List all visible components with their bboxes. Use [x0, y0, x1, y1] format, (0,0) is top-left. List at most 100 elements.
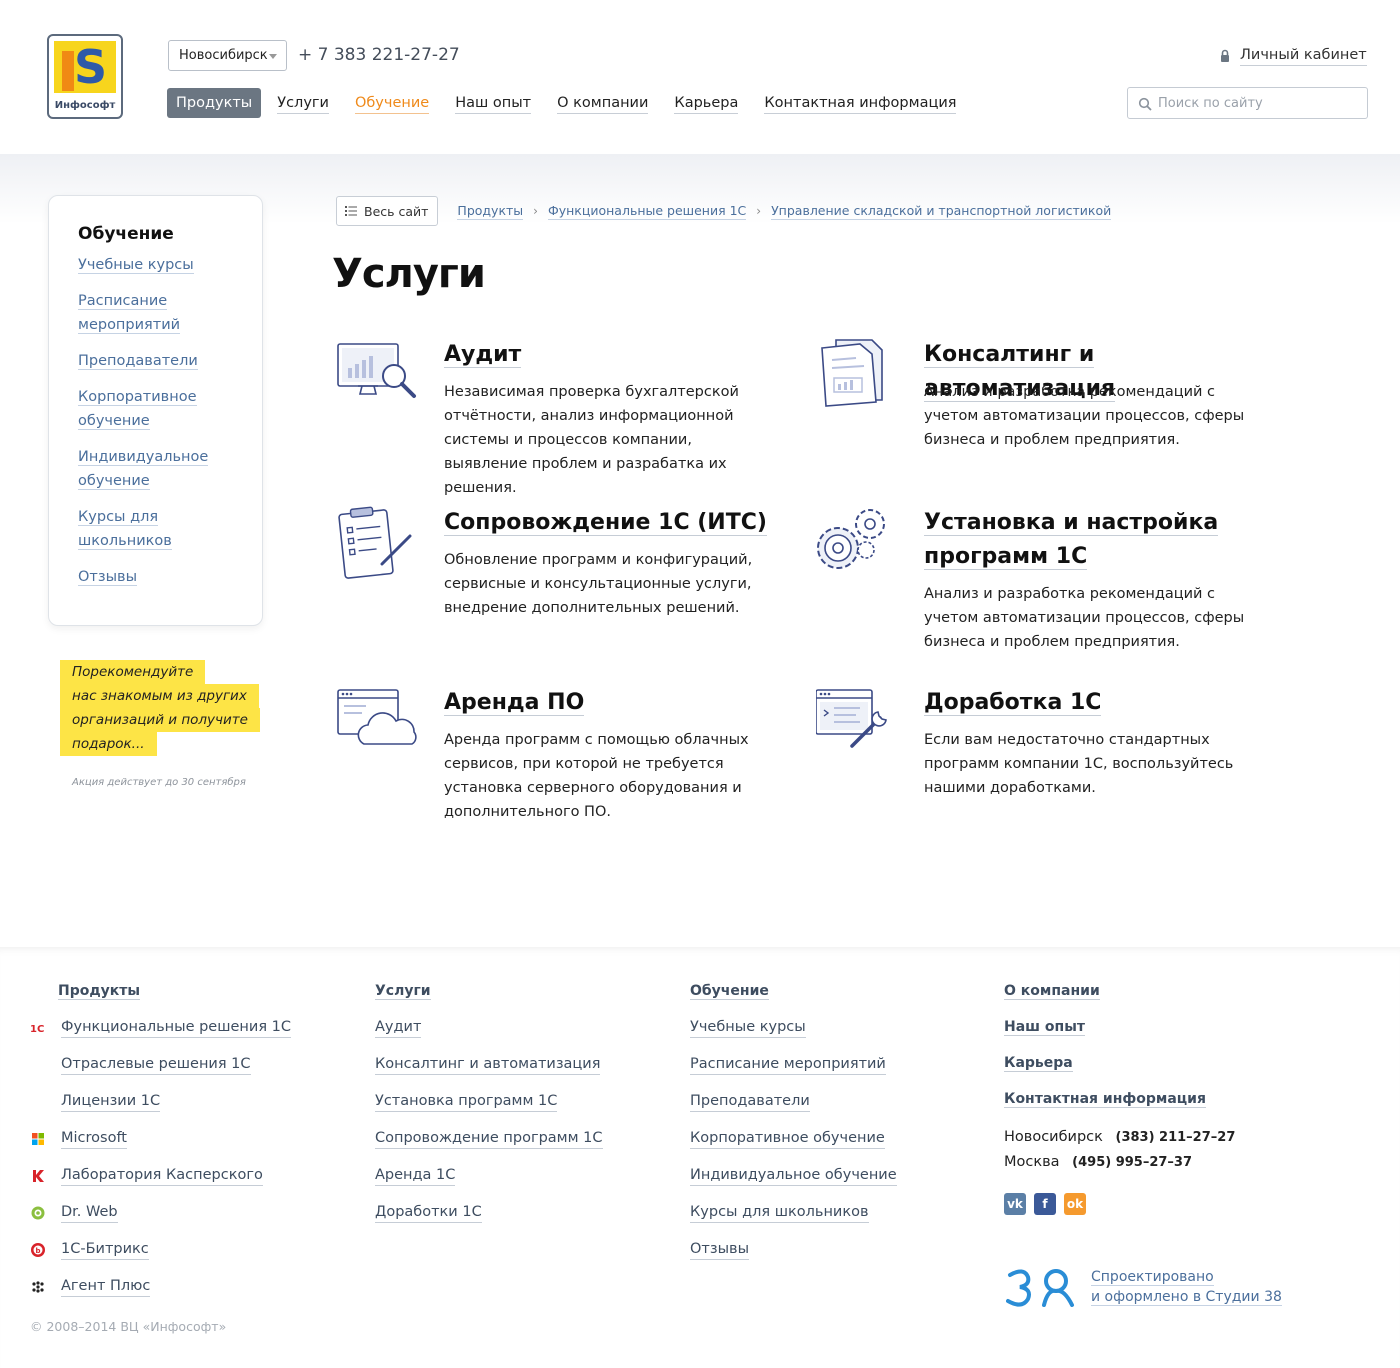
nav-item-about[interactable]: О компании [557, 93, 649, 114]
footer-link[interactable]: Установка программ 1С [375, 1091, 603, 1112]
odnoklassniki-icon[interactable]: ok [1064, 1193, 1086, 1215]
studio-text: Спроектировано и оформлено в Студии 38 [1091, 1269, 1282, 1306]
sidebar-title: Обучение [78, 224, 174, 244]
logo-mark: S [54, 41, 116, 93]
footer-company: О компании Наш опыт Карьера Контактная и… [1004, 981, 1235, 1215]
nav-item-services[interactable]: Услуги [277, 93, 329, 114]
sidebar-item-teachers[interactable]: Преподаватели [78, 349, 248, 373]
sidebar-item-individual[interactable]: Индивидуальное обучение [78, 445, 248, 493]
footer-link-kaspersky[interactable]: Лаборатория Касперского [30, 1165, 291, 1186]
footer-link[interactable]: Курсы для школьников [690, 1202, 897, 1223]
sidebar-item-reviews[interactable]: Отзывы [78, 565, 248, 589]
service-title[interactable]: Установка и настройка программ 1С [924, 506, 1264, 574]
all-site-button[interactable]: Весь сайт [336, 196, 439, 226]
main-nav: Продукты Услуги Обучение Наш опыт О комп… [167, 88, 982, 118]
service-description: Анализ и разработка рекомендаций с учето… [924, 384, 1245, 448]
service-description: Анализ и разработка рекомендаций с учето… [924, 586, 1245, 650]
studio-link[interactable]: Спроектировано и оформлено в Студии 38 [1006, 1267, 1282, 1307]
content-area: Обучение Учебные курсы Расписание меропр… [0, 154, 1400, 947]
drweb-icon [31, 1206, 45, 1219]
list-icon [345, 206, 357, 216]
chevron-right-icon: › [756, 204, 762, 218]
footer-education: Обучение Учебные курсы Расписание меропр… [690, 981, 897, 1276]
lock-icon [1221, 49, 1229, 62]
contact-moscow: Москва (495) 995–27–37 [1004, 1150, 1235, 1175]
breadcrumb-item[interactable]: Продукты [457, 203, 524, 220]
sidebar-item-corporate[interactable]: Корпоративное обучение [78, 385, 248, 433]
cloud-icon [337, 689, 417, 745]
footer-link[interactable]: Аренда 1С [375, 1165, 603, 1186]
audit-icon [337, 343, 416, 398]
footer-link[interactable]: Индивидуальное обучение [690, 1165, 897, 1186]
sidebar-item-schedule[interactable]: Расписание мероприятий [78, 289, 248, 337]
footer-link-licenses[interactable]: Лицензии 1С [30, 1091, 291, 1112]
contact-city: Москва [1004, 1154, 1060, 1170]
svg-text:b: b [36, 1247, 41, 1255]
footer-heading-experience[interactable]: Наш опыт [1004, 1017, 1235, 1037]
footer-link[interactable]: Преподаватели [690, 1091, 897, 1112]
service-title[interactable]: Доработка 1С [924, 686, 1264, 720]
promo-banner[interactable]: Порекомендуйте нас знакомым из других ор… [60, 660, 260, 788]
service-title[interactable]: Аудит [444, 338, 784, 372]
footer-link[interactable]: Расписание мероприятий [690, 1054, 897, 1075]
footer-link-1c[interactable]: 1C Функциональные решения 1С [30, 1017, 292, 1038]
footer-heading[interactable]: Продукты [58, 981, 291, 1001]
footer-link-microsoft[interactable]: Microsoft [30, 1128, 291, 1149]
social-links: vk f ok [1004, 1193, 1235, 1215]
header-phone: + 7 383 221-27-27 [298, 45, 460, 65]
footer-link[interactable]: Аудит [375, 1017, 603, 1038]
city-select[interactable]: Новосибирск [168, 40, 287, 71]
footer-heading-about[interactable]: О компании [1004, 981, 1235, 1001]
search-input[interactable] [1158, 88, 1363, 118]
footer-link-industry[interactable]: Отраслевые решения 1С [30, 1054, 291, 1075]
promo-line: организаций и получите [60, 708, 260, 732]
cabinet-link[interactable]: Личный кабинет [1218, 45, 1367, 66]
logo[interactable]: S Инфософт [47, 34, 123, 119]
footer-heading-career[interactable]: Карьера [1004, 1053, 1235, 1073]
service-title[interactable]: Сопровождение 1С (ИТС) [444, 506, 784, 540]
facebook-icon[interactable]: f [1034, 1193, 1056, 1215]
page-title: Услуги [332, 251, 486, 297]
footer-services: Услуги Аудит Консалтинг и автоматизация … [375, 981, 603, 1239]
documents-icon [821, 339, 883, 407]
header: S Инфософт Новосибирск + 7 383 221-27-27… [0, 0, 1400, 154]
service-title[interactable]: Аренда ПО [444, 686, 784, 720]
nav-item-experience[interactable]: Наш опыт [455, 93, 532, 114]
sidebar-item-schoolkids[interactable]: Курсы для школьников [78, 505, 248, 553]
footer-link[interactable]: Отзывы [690, 1239, 897, 1260]
service-description: Если вам недостаточно стандартных програ… [924, 732, 1234, 796]
breadcrumb-item[interactable]: Управление складской и транспортной логи… [771, 203, 1112, 220]
copyright: © 2008–2014 ВЦ «Инфософт» [30, 1319, 227, 1334]
sidebar-item-courses[interactable]: Учебные курсы [78, 253, 248, 277]
footer-heading-contacts[interactable]: Контактная информация [1004, 1089, 1235, 1109]
wrench-window-icon [816, 689, 887, 748]
promo-note: Акция действует до 30 сентября [72, 777, 246, 788]
footer-link[interactable]: Консалтинг и автоматизация [375, 1054, 603, 1075]
footer-link[interactable]: Сопровождение программ 1С [375, 1128, 603, 1149]
footer-link[interactable]: Учебные курсы [690, 1017, 897, 1038]
promo-line: нас знакомым из других [60, 684, 259, 708]
contact-novosibirsk: Новосибирск (383) 211–27–27 [1004, 1125, 1235, 1150]
chevron-right-icon: › [533, 204, 538, 218]
nav-item-products[interactable]: Продукты [167, 88, 262, 118]
nav-item-education[interactable]: Обучение [354, 93, 430, 114]
kaspersky-icon [33, 1169, 44, 1182]
city-select-value: Новосибирск [179, 48, 268, 63]
search-box [1127, 87, 1368, 119]
footer-heading[interactable]: Обучение [690, 981, 897, 1001]
svg-text:1C: 1C [30, 1024, 44, 1035]
nav-item-contacts[interactable]: Контактная информация [764, 93, 957, 114]
footer-link[interactable]: Доработки 1С [375, 1202, 603, 1223]
footer-products: Продукты 1C Функциональные решения 1С От… [30, 981, 292, 1313]
footer-heading[interactable]: Услуги [375, 981, 603, 1001]
footer-link-drweb[interactable]: Dr. Web [30, 1202, 291, 1223]
nav-item-career[interactable]: Карьера [674, 93, 739, 114]
clipboard-icon [338, 506, 412, 579]
footer-link-bitrix[interactable]: b 1С-Битрикс [30, 1239, 291, 1260]
vk-icon[interactable]: vk [1004, 1193, 1026, 1215]
breadcrumb-item[interactable]: Функциональные решения 1С [547, 203, 747, 220]
footer-link[interactable]: Корпоративное обучение [690, 1128, 897, 1149]
studio38-logo [1006, 1269, 1074, 1307]
logo-text: Инфософт [54, 100, 116, 111]
footer-link-agentplus[interactable]: Агент Плюс [30, 1276, 291, 1297]
